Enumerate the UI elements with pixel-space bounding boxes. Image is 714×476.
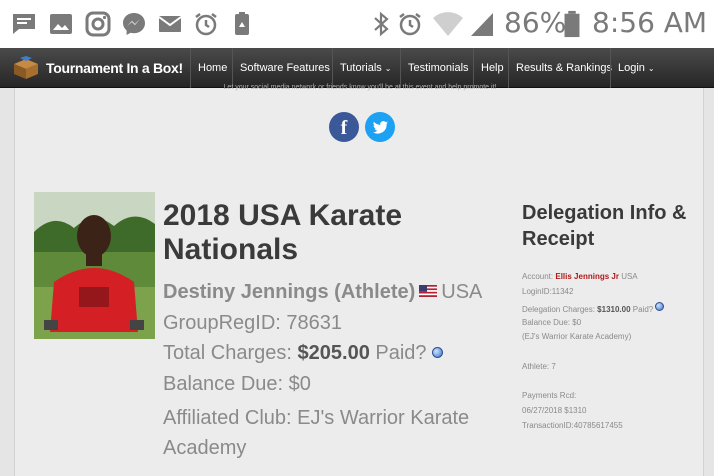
nav-software-features-label: Software Features xyxy=(240,62,330,74)
alarm-icon xyxy=(399,13,421,36)
event-title: 2018 USA Karate Nationals xyxy=(163,199,403,266)
messenger-icon xyxy=(123,13,145,35)
twitter-icon xyxy=(373,121,388,134)
box-logo-icon xyxy=(14,56,38,79)
athlete-name-row: Destiny Jennings (Athlete) USA xyxy=(163,281,482,304)
email-icon xyxy=(158,16,182,32)
delegation-club: (EJ's Warrior Karate Academy) xyxy=(522,332,632,341)
nav-help[interactable]: Help xyxy=(473,48,511,88)
share-prompt: Let your social media network or friends… xyxy=(223,84,497,91)
paid-globe-icon[interactable] xyxy=(432,347,444,358)
twitter-share-button[interactable] xyxy=(365,112,395,142)
battery-percent: 86% xyxy=(504,6,567,39)
registration-panel: Let your social media network or friends… xyxy=(14,84,704,476)
balance-due: Balance Due: $0 xyxy=(163,373,311,395)
nav-tutorials[interactable]: Tutorials ⌄ xyxy=(332,48,398,88)
group-reg-id: GroupRegID: 78631 xyxy=(163,312,343,334)
nav-testimonials[interactable]: Testimonials xyxy=(400,48,476,88)
recycle-icon xyxy=(235,12,249,35)
chevron-down-icon: ⌄ xyxy=(384,64,392,73)
nav-results-rankings-label: Results & Rankings xyxy=(516,62,612,74)
nav-login-label: Login xyxy=(618,62,645,74)
transaction-id: TransactionID:40785617455 xyxy=(522,421,623,430)
account-country: USA xyxy=(621,272,638,281)
athlete-photo xyxy=(34,192,155,339)
signal-icon xyxy=(471,13,493,36)
wifi-icon xyxy=(433,12,463,37)
bluetooth-icon xyxy=(374,11,389,37)
facebook-icon: f xyxy=(340,117,348,139)
nav-home[interactable]: Home xyxy=(190,48,234,88)
instagram-icon xyxy=(85,11,111,37)
delegation-title: Delegation Info & Receipt xyxy=(522,202,687,250)
message-icon xyxy=(13,14,35,34)
nav-results-rankings[interactable]: Results & Rankings xyxy=(508,48,619,88)
account-name-link[interactable]: Ellis Jennings Jr xyxy=(555,272,619,281)
affiliated-club: Affiliated Club: EJ's Warrior Karate Aca… xyxy=(163,407,470,459)
nav-tutorials-label: Tutorials xyxy=(340,62,382,74)
athlete-country: USA xyxy=(441,281,483,303)
paid-label: Paid? xyxy=(375,342,427,364)
image-icon xyxy=(50,14,72,34)
status-bar: 86% 8:56 AM xyxy=(0,0,714,48)
athlete-count: Athlete: 7 xyxy=(522,362,556,371)
battery-icon xyxy=(564,10,580,38)
brand-text: Tournament In a Box! xyxy=(46,60,183,76)
athlete-name: Destiny Jennings (Athlete) xyxy=(163,281,416,303)
total-charges-label: Total Charges: xyxy=(163,342,292,364)
delegation-charges-label: Delegation Charges: xyxy=(522,305,595,314)
alarm-icon xyxy=(195,13,217,36)
usa-flag-icon xyxy=(419,285,438,297)
payments-label: Payments Rcd: xyxy=(522,391,577,400)
nav-software-features[interactable]: Software Features xyxy=(232,48,337,88)
delegation-balance-due: Balance Due: $0 xyxy=(522,318,582,327)
nav-help-label: Help xyxy=(481,62,504,74)
delegation-paid-label: Paid? xyxy=(632,305,654,314)
delegation-charges-value: $1310.00 xyxy=(597,305,631,314)
brand-logo[interactable]: Tournament In a Box! xyxy=(12,54,183,82)
account-label: Account: xyxy=(522,272,554,281)
facebook-share-button[interactable]: f xyxy=(329,112,359,142)
clock: 8:56 AM xyxy=(592,6,708,39)
nav-login[interactable]: Login ⌄ xyxy=(610,48,662,88)
payment-entry: 06/27/2018 $1310 xyxy=(522,406,587,415)
total-charges-row: Total Charges: $205.00 Paid? xyxy=(163,342,444,365)
total-charges-value: $205.00 xyxy=(297,342,370,364)
account-row: Account: Ellis Jennings Jr USA xyxy=(522,272,638,281)
delegation-charges-row: Delegation Charges: $1310.00 Paid? xyxy=(522,302,665,314)
nav-home-label: Home xyxy=(198,62,228,74)
delegation-paid-globe-icon[interactable] xyxy=(655,302,665,311)
login-id: LoginID:11342 xyxy=(522,287,574,296)
chevron-down-icon: ⌄ xyxy=(647,64,655,73)
site-navbar: Tournament In a Box! Home Software Featu… xyxy=(0,48,714,88)
nav-testimonials-label: Testimonials xyxy=(408,62,469,74)
